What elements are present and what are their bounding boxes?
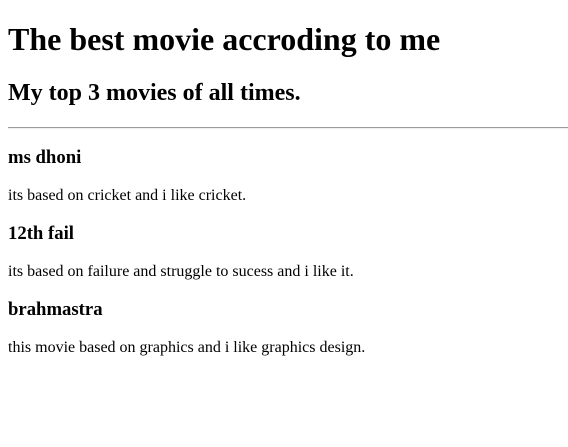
movie-description: its based on cricket and i like cricket. (8, 187, 247, 204)
movie-title: ms dhoni (8, 147, 82, 168)
movie-title: brahmastra (8, 299, 103, 320)
page-subtitle: My top 3 movies of all times. (8, 80, 301, 106)
movie-list: ms dhoni its based on cricket and i like… (8, 147, 568, 357)
divider (8, 127, 568, 129)
movie-title: 12th fail (8, 223, 74, 244)
movie-description: this movie based on graphics and i like … (8, 339, 366, 356)
movie-description: its based on failure and struggle to suc… (8, 263, 354, 280)
page-title: The best movie accroding to me (8, 21, 441, 57)
